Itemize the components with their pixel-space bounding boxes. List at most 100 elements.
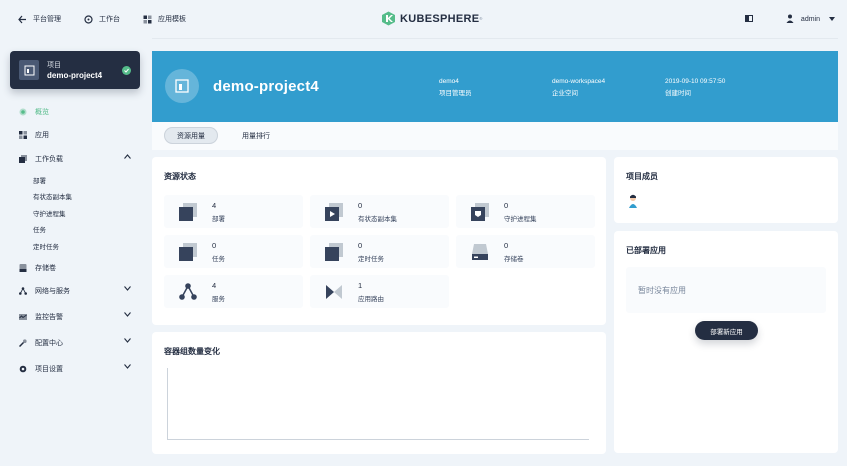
service-icon: [179, 283, 197, 300]
project-admin-value: demo4: [439, 78, 459, 85]
layout-toggle-icon[interactable]: [745, 15, 753, 22]
kubesphere-logo[interactable]: KUBESPHERE ®: [381, 11, 482, 26]
workspace-value: demo-workspace4: [552, 78, 606, 85]
resource-label: 有状态副本集: [358, 216, 397, 223]
sidebar-item-settings[interactable]: 项目设置: [19, 364, 131, 374]
nav-workbench[interactable]: 工作台: [84, 14, 120, 24]
top-divider: [152, 38, 838, 39]
created-value: 2019-09-10 09:57:50: [665, 78, 726, 85]
sidebar-item-label: 应用: [35, 132, 49, 139]
pod-count-card: 容器组数量变化: [152, 332, 606, 454]
sidebar-subitem-daemonsets[interactable]: 守护进程集: [33, 208, 66, 218]
sidebar-item-network[interactable]: 网络与服务: [19, 286, 131, 296]
sidebar-item-label: 工作负载: [35, 156, 63, 163]
tabs-bar: 资源用量 用量排行: [152, 122, 838, 150]
sidebar-subitem-statefulsets[interactable]: 有状态副本集: [33, 191, 72, 201]
resource-label: 部署: [212, 216, 225, 223]
created-label: 创建时间: [665, 90, 691, 97]
sidebar-subitem-deployments[interactable]: 部署: [33, 175, 46, 185]
sidebar-item-config[interactable]: 配置中心: [19, 338, 131, 348]
sidebar-subitem-jobs[interactable]: 任务: [33, 224, 46, 234]
resource-count: 1: [358, 281, 363, 290]
user-name: admin: [800, 16, 820, 23]
sidebar-item-monitoring[interactable]: 监控告警: [19, 312, 131, 322]
status-ok-icon: [122, 66, 131, 75]
overview-icon: [19, 108, 27, 116]
nav-app-templates-label: 应用模板: [158, 16, 186, 23]
project-title: demo-project4: [213, 78, 319, 95]
sidebar-item-label: 监控告警: [35, 314, 63, 321]
user-icon: [786, 14, 794, 25]
sidebar-item-label: 存储卷: [35, 265, 56, 272]
app-grid-icon: [143, 15, 152, 24]
resource-label: 服务: [212, 296, 225, 303]
pod-count-chart: [167, 368, 589, 440]
project-admin: demo4 项目管理员: [439, 76, 472, 100]
members-title: 项目成员: [626, 172, 658, 181]
resource-daemonsets[interactable]: 0 守护进程集: [456, 195, 595, 228]
sidebar-item-label: 项目设置: [35, 366, 63, 373]
nav-app-templates[interactable]: 应用模板: [143, 14, 186, 24]
cronjob-icon: [325, 243, 343, 261]
kubesphere-logo-icon: [382, 11, 395, 26]
resource-services[interactable]: 4 服务: [164, 275, 303, 308]
deployed-apps-title: 已部署应用: [626, 246, 666, 255]
nav-workbench-label: 工作台: [99, 16, 120, 23]
chevron-up-icon: [124, 154, 131, 161]
sidebar-item-label: 概览: [35, 109, 49, 116]
members-card: 项目成员: [614, 157, 838, 223]
resource-status-card: 资源状态 4 部署 0 有状态副本集 0 守护进程集 0 任务 0 定时任务 0…: [152, 157, 606, 325]
resource-volumes[interactable]: 0 存储卷: [456, 235, 595, 268]
network-icon: [19, 287, 27, 295]
sidebar-item-workloads[interactable]: 工作负载: [19, 154, 131, 164]
nav-platform-label: 平台管理: [33, 16, 61, 23]
resource-count: 4: [212, 201, 217, 210]
nav-platform[interactable]: 平台管理: [18, 14, 61, 24]
tab-usage[interactable]: 资源用量: [164, 127, 218, 144]
resource-status-title: 资源状态: [164, 172, 196, 181]
top-nav: 平台管理 工作台 应用模板 KUBESPHERE ® admin: [0, 0, 847, 38]
resource-label: 定时任务: [358, 256, 384, 263]
deployed-apps-card: 已部署应用 暂时没有应用 部署新应用: [614, 231, 838, 453]
sidebar-item-apps[interactable]: 应用: [19, 130, 131, 140]
logo-registered: ®: [479, 16, 483, 21]
storage-icon: [19, 264, 27, 272]
resource-count: 4: [212, 281, 217, 290]
sidebar-item-label: 配置中心: [35, 340, 63, 347]
empty-apps-text: 暂时没有应用: [638, 286, 686, 295]
project-avatar-icon: [165, 69, 199, 103]
deploy-app-button[interactable]: 部署新应用: [695, 321, 758, 340]
apps-icon: [19, 131, 27, 139]
dashboard-icon: [84, 14, 93, 24]
statefulset-icon: [325, 203, 343, 221]
monitoring-icon: [19, 313, 27, 321]
created-info: 2019-09-10 09:57:50 创建时间: [665, 76, 725, 100]
project-icon: [19, 60, 39, 80]
chevron-down-icon: [829, 16, 835, 23]
logo-text: KUBESPHERE: [400, 12, 480, 25]
workloads-icon: [19, 155, 27, 163]
resource-label: 任务: [212, 256, 225, 263]
user-menu[interactable]: admin: [786, 14, 835, 25]
resource-cronjobs[interactable]: 0 定时任务: [310, 235, 449, 268]
resource-deployments[interactable]: 4 部署: [164, 195, 303, 228]
daemonset-icon: [471, 203, 489, 221]
member-avatar[interactable]: [628, 194, 638, 208]
resource-label: 存储卷: [504, 256, 524, 263]
resource-jobs[interactable]: 0 任务: [164, 235, 303, 268]
sidebar-item-storage[interactable]: 存储卷: [19, 263, 131, 273]
sidebar-item-label: 网络与服务: [35, 288, 70, 295]
resource-statefulsets[interactable]: 0 有状态副本集: [310, 195, 449, 228]
resource-count: 0: [358, 241, 363, 250]
project-banner: demo-project4 demo4 项目管理员 demo-workspace…: [152, 51, 838, 122]
tab-ranking[interactable]: 用量排行: [229, 127, 283, 144]
workspace-label: 企业空间: [552, 90, 578, 97]
resource-ingresses[interactable]: 1 应用路由: [310, 275, 449, 308]
project-selector[interactable]: 项目 demo-project4: [10, 51, 140, 89]
chevron-down-icon: [124, 338, 131, 345]
resource-label: 守护进程集: [504, 216, 537, 223]
resource-label: 应用路由: [358, 296, 384, 303]
sidebar-item-overview[interactable]: 概览: [19, 107, 131, 117]
chevron-down-icon: [124, 286, 131, 293]
sidebar-subitem-cronjobs[interactable]: 定时任务: [33, 241, 59, 251]
